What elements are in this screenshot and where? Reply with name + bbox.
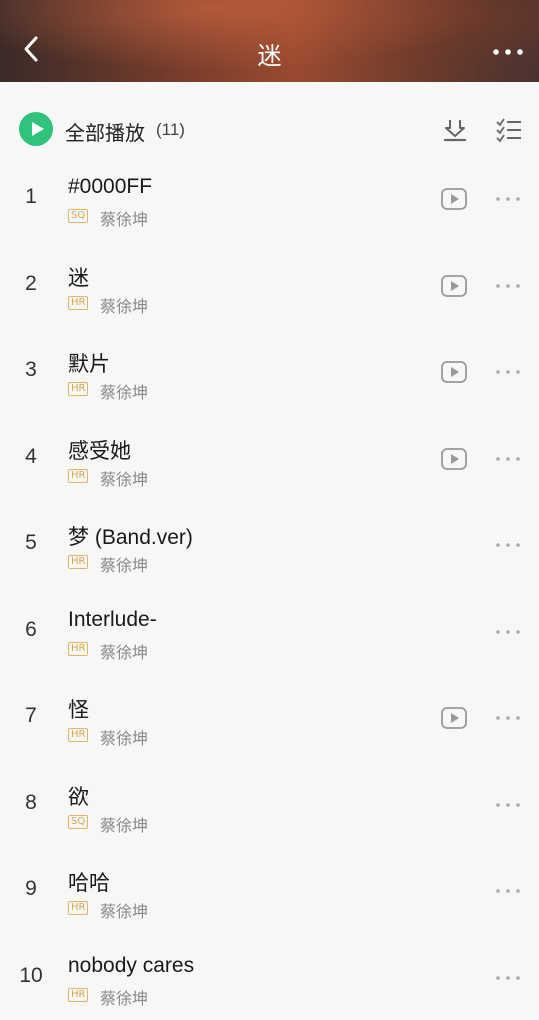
song-artist: 蔡徐坤 [100,206,148,230]
song-title: #0000FF [68,175,152,199]
download-button[interactable] [440,114,470,144]
song-title: 默片 [68,348,110,378]
song-row[interactable]: 2 迷 HR 蔡徐坤 [0,242,539,329]
track-number: 1 [0,185,62,209]
mv-button[interactable] [439,446,469,472]
song-more-button[interactable] [492,537,524,553]
song-more-button[interactable] [492,797,524,813]
play-all-label[interactable]: 全部播放 [65,117,145,146]
more-options-button[interactable] [491,40,525,64]
song-more-button[interactable] [492,883,524,899]
song-artist: 蔡徐坤 [100,466,148,490]
more-horizontal-icon [492,364,524,380]
play-circle-icon [19,112,53,146]
song-row[interactable]: 4 感受她 HR 蔡徐坤 [0,415,539,502]
video-play-icon [439,446,469,472]
song-row[interactable]: 1 #0000FF SQ 蔡徐坤 [0,155,539,242]
track-number: 6 [0,618,62,642]
song-row[interactable]: 6 Interlude- HR 蔡徐坤 [0,588,539,675]
song-title: 梦 (Band.ver) [68,521,193,551]
quality-badge: HR [68,382,88,396]
song-more-button[interactable] [492,970,524,986]
more-horizontal-icon [492,191,524,207]
video-play-icon [439,273,469,299]
song-list: 1 #0000FF SQ 蔡徐坤 2 迷 HR 蔡徐坤 3 默片 HR 蔡徐坤 [0,155,539,1020]
mv-button[interactable] [439,273,469,299]
track-number: 5 [0,531,62,555]
track-number: 10 [0,964,62,988]
song-row[interactable]: 3 默片 HR 蔡徐坤 [0,328,539,415]
song-more-button[interactable] [492,710,524,726]
song-title: 迷 [68,262,89,292]
more-horizontal-icon [492,537,524,553]
more-horizontal-icon [492,451,524,467]
song-artist: 蔡徐坤 [100,985,148,1009]
quality-badge: HR [68,469,88,483]
video-play-icon [439,186,469,212]
more-horizontal-icon [492,883,524,899]
song-artist: 蔡徐坤 [100,639,148,663]
song-title: 感受她 [68,435,131,465]
video-play-icon [439,359,469,385]
video-play-icon [439,705,469,731]
quality-badge: SQ [68,815,88,829]
song-artist: 蔡徐坤 [100,725,148,749]
more-horizontal-icon [492,970,524,986]
multi-select-button[interactable] [494,114,524,144]
song-more-button[interactable] [492,451,524,467]
quality-badge: HR [68,296,88,310]
more-horizontal-icon [492,624,524,640]
mv-button[interactable] [439,359,469,385]
song-artist: 蔡徐坤 [100,552,148,576]
quality-badge: HR [68,555,88,569]
more-horizontal-icon [492,710,524,726]
track-number: 9 [0,877,62,901]
track-number: 2 [0,272,62,296]
song-artist: 蔡徐坤 [100,293,148,317]
play-all-button[interactable] [19,112,53,146]
song-row[interactable]: 5 梦 (Band.ver) HR 蔡徐坤 [0,501,539,588]
download-icon [440,114,470,144]
quality-badge: HR [68,642,88,656]
song-more-button[interactable] [492,278,524,294]
track-number: 7 [0,704,62,728]
more-horizontal-icon [491,40,525,64]
song-title: Interlude- [68,608,157,632]
song-title: 欲 [68,781,89,811]
list-toolbar: 全部播放 (11) [0,100,539,160]
song-title: 怪 [68,694,89,724]
song-more-button[interactable] [492,624,524,640]
song-artist: 蔡徐坤 [100,812,148,836]
track-number: 3 [0,358,62,382]
album-header: 迷 [0,0,539,82]
track-number: 4 [0,445,62,469]
quality-badge: SQ [68,209,88,223]
song-row[interactable]: 7 怪 HR 蔡徐坤 [0,674,539,761]
more-horizontal-icon [492,797,524,813]
song-row[interactable]: 10 nobody cares HR 蔡徐坤 [0,934,539,1020]
song-artist: 蔡徐坤 [100,898,148,922]
song-title: nobody cares [68,954,194,978]
song-artist: 蔡徐坤 [100,379,148,403]
quality-badge: HR [68,728,88,742]
quality-badge: HR [68,901,88,915]
song-more-button[interactable] [492,191,524,207]
track-count: (11) [156,120,185,140]
track-number: 8 [0,791,62,815]
song-row[interactable]: 8 欲 SQ 蔡徐坤 [0,761,539,848]
song-title: 哈哈 [68,867,110,897]
song-more-button[interactable] [492,364,524,380]
checklist-icon [494,114,524,144]
quality-badge: HR [68,988,88,1002]
page-title: 迷 [0,36,539,71]
more-horizontal-icon [492,278,524,294]
song-row[interactable]: 9 哈哈 HR 蔡徐坤 [0,847,539,934]
mv-button[interactable] [439,705,469,731]
mv-button[interactable] [439,186,469,212]
